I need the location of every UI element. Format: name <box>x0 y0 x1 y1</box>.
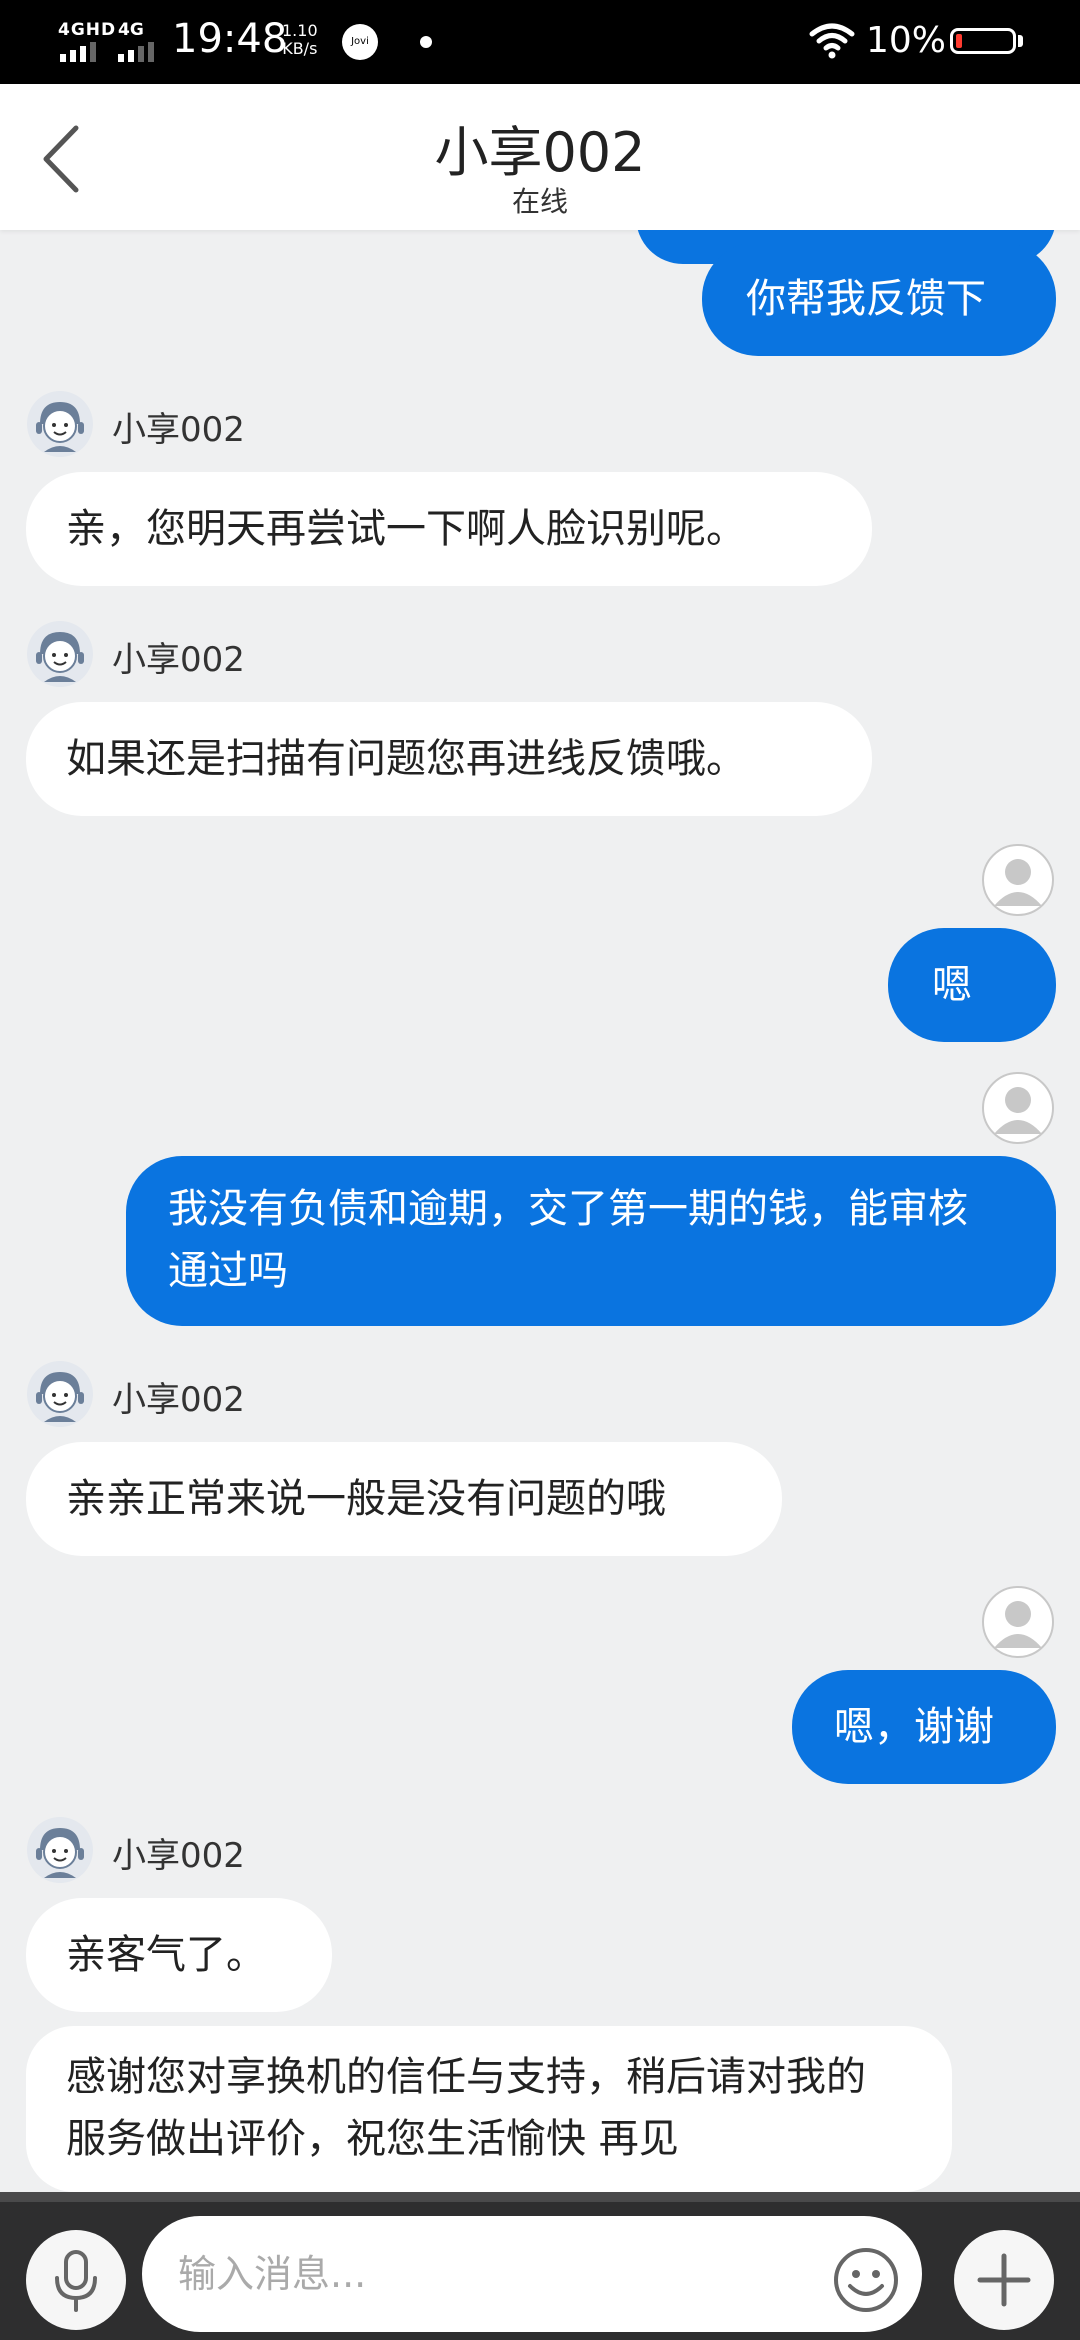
battery-icon <box>950 28 1016 54</box>
network-type-1: 4GHD <box>58 20 117 40</box>
message-text: 我没有负债和逾期，交了第一期的钱，能审核通过吗 <box>168 1186 968 1294</box>
speed-unit: KB/s <box>282 39 318 58</box>
network-type-2: 4G <box>118 20 144 40</box>
message-bubble-incoming[interactable]: 亲，您明天再尝试一下啊人脸识别呢。 <box>26 472 872 586</box>
message-input-bar <box>0 2192 1080 2340</box>
microphone-icon <box>55 2250 97 2312</box>
message-bubble-incoming[interactable]: 感谢您对享换机的信任与支持，稍后请对我的服务做出评价，祝您生活愉快 再见 <box>26 2026 952 2192</box>
status-time: 19:48 <box>172 16 288 62</box>
signal-icon-2 <box>118 42 154 62</box>
plus-icon <box>977 2253 1031 2307</box>
message-text: 亲，您明天再尝试一下啊人脸识别呢。 <box>66 506 746 552</box>
agent-name: 小享002 <box>112 1380 245 1420</box>
message-text: 嗯，谢谢 <box>834 1704 994 1750</box>
message-bubble-outgoing[interactable]: 你帮我反馈下 <box>702 242 1056 356</box>
agent-avatar <box>27 391 93 457</box>
agent-name: 小享002 <box>112 410 245 450</box>
divider <box>0 2192 1080 2202</box>
wifi-icon <box>809 23 855 59</box>
emoji-smile-icon <box>834 2248 898 2312</box>
battery-tip <box>1018 35 1023 47</box>
message-bubble-outgoing[interactable]: 嗯，谢谢 <box>792 1670 1056 1784</box>
user-avatar <box>982 1586 1054 1658</box>
user-avatar <box>982 1072 1054 1144</box>
more-options-button[interactable] <box>954 2230 1054 2330</box>
chat-title: 小享002 <box>434 121 646 184</box>
message-bubble-outgoing[interactable]: 嗯 <box>888 928 1056 1042</box>
message-text: 亲客气了。 <box>66 1932 266 1978</box>
voice-input-button[interactable] <box>26 2230 126 2330</box>
message-text: 亲亲正常来说一般是没有问题的哦 <box>66 1476 666 1522</box>
agent-name: 小享002 <box>112 1836 245 1876</box>
speed-value: 1.10 <box>282 21 318 40</box>
message-text: 感谢您对享换机的信任与支持，稍后请对我的服务做出评价，祝您生活愉快 再见 <box>66 2054 866 2162</box>
agent-avatar <box>27 1361 93 1427</box>
network-speed: 1.10 KB/s <box>282 22 318 58</box>
signal-icon-1 <box>60 42 96 62</box>
message-bubble-incoming[interactable]: 亲亲正常来说一般是没有问题的哦 <box>26 1442 782 1556</box>
message-bubble-outgoing[interactable]: 我没有负债和逾期，交了第一期的钱，能审核通过吗 <box>126 1156 1056 1326</box>
status-bar: 4GHD 4G 19:48 1.10 KB/s Jovi 10% <box>0 0 1080 84</box>
battery-percent: 10% <box>866 20 947 61</box>
message-text: 你帮我反馈下 <box>746 276 986 322</box>
chat-message-list[interactable]: 你帮我反馈下 小享002 亲，您明天再尝试一下啊人脸识别呢。 小享002 如果还… <box>0 230 1080 2192</box>
emoji-button[interactable] <box>830 2244 902 2316</box>
jovi-icon: Jovi <box>342 24 378 60</box>
agent-avatar <box>27 1817 93 1883</box>
chat-header: 小享002 在线 <box>0 84 1080 230</box>
agent-name: 小享002 <box>112 640 245 680</box>
agent-avatar <box>27 621 93 687</box>
message-bubble-incoming[interactable]: 亲客气了。 <box>26 1898 332 2012</box>
message-bubble-incoming[interactable]: 如果还是扫描有问题您再进线反馈哦。 <box>26 702 872 816</box>
message-input[interactable] <box>142 2216 922 2332</box>
message-text: 如果还是扫描有问题您再进线反馈哦。 <box>66 736 746 782</box>
notification-dot-icon <box>420 36 432 48</box>
message-text: 嗯 <box>932 962 972 1008</box>
online-status: 在线 <box>511 185 568 218</box>
user-avatar <box>982 844 1054 916</box>
